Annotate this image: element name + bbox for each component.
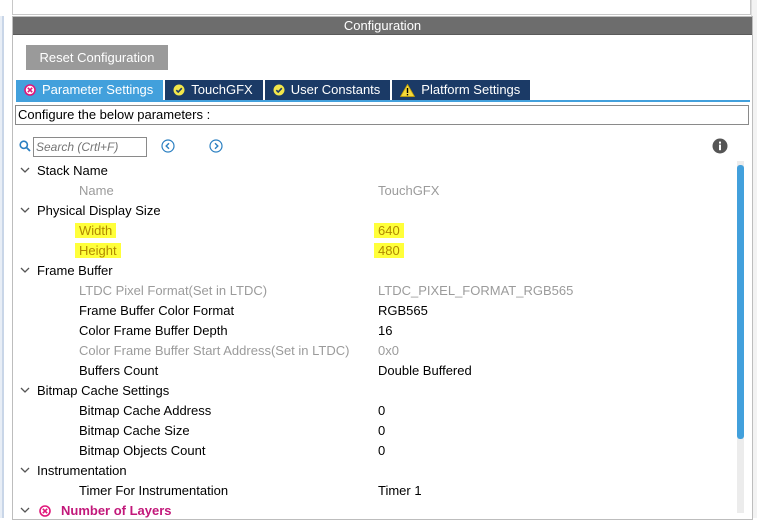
group-label: Frame Buffer — [37, 263, 113, 278]
param-row[interactable]: Buffers Count Double Buffered — [13, 361, 737, 381]
chevron-down-icon[interactable] — [20, 165, 30, 175]
param-value[interactable]: RGB565 — [378, 301, 428, 321]
param-value[interactable]: 480 — [374, 243, 404, 258]
parameters-description: Configure the below parameters : — [15, 105, 749, 125]
param-value: TouchGFX — [378, 183, 440, 198]
error-circle-icon — [39, 505, 51, 517]
group-label: Number of Layers — [61, 503, 172, 518]
param-row[interactable]: Timer For Instrumentation Timer 1 — [13, 481, 737, 501]
reset-configuration-button[interactable]: Reset Configuration — [26, 45, 168, 70]
param-label: Name — [79, 183, 114, 198]
param-label: Buffers Count — [79, 363, 159, 378]
param-value[interactable]: 0 — [378, 441, 385, 461]
check-circle-icon — [273, 84, 285, 96]
param-label: Bitmap Cache Address — [79, 403, 212, 418]
param-value[interactable]: 0 — [378, 401, 385, 421]
previous-result-icon[interactable] — [161, 139, 175, 153]
check-circle-icon — [173, 84, 185, 96]
search-input[interactable] — [33, 137, 147, 157]
param-label: Height — [75, 243, 121, 258]
chevron-down-icon[interactable] — [20, 465, 30, 475]
param-value: 0x0 — [378, 343, 399, 358]
param-value[interactable]: 16 — [378, 321, 392, 341]
group-number-of-layers[interactable]: Number of Layers — [13, 501, 737, 521]
param-label: Frame Buffer Color Format — [79, 303, 235, 318]
chevron-down-icon[interactable] — [20, 205, 30, 215]
chevron-down-icon[interactable] — [20, 505, 30, 515]
group-frame-buffer[interactable]: Frame Buffer — [13, 261, 737, 281]
param-label: Bitmap Objects Count — [79, 443, 206, 458]
panel-title: Configuration — [13, 17, 752, 35]
group-label: Instrumentation — [37, 463, 127, 478]
param-row[interactable]: Bitmap Cache Address 0 — [13, 401, 737, 421]
param-label: Color Frame Buffer Start Address(Set in … — [79, 343, 350, 358]
param-label: LTDC Pixel Format(Set in LTDC) — [79, 283, 268, 298]
tab-platform-settings[interactable]: Platform Settings — [392, 80, 531, 100]
info-icon[interactable] — [712, 138, 728, 154]
param-row[interactable]: Bitmap Objects Count 0 — [13, 441, 737, 461]
warning-icon — [400, 83, 416, 97]
tab-bar: Parameter Settings TouchGFX User Constan… — [16, 80, 532, 100]
tab-touchgfx[interactable]: TouchGFX — [165, 80, 263, 100]
left-window-edge-line — [2, 0, 4, 518]
tab-label: TouchGFX — [191, 82, 253, 97]
param-row: Color Frame Buffer Start Address(Set in … — [13, 341, 737, 361]
tab-label: Platform Settings — [421, 82, 521, 97]
tab-user-constants[interactable]: User Constants — [264, 80, 391, 100]
param-row: LTDC Pixel Format(Set in LTDC) LTDC_PIXE… — [13, 281, 737, 301]
next-result-icon[interactable] — [209, 139, 223, 153]
chevron-down-icon[interactable] — [20, 385, 30, 395]
param-label: Width — [75, 223, 117, 238]
error-circle-icon — [24, 84, 36, 96]
tab-underline — [16, 100, 750, 102]
param-label: Bitmap Cache Size — [79, 423, 190, 438]
param-value: LTDC_PIXEL_FORMAT_RGB565 — [378, 283, 574, 298]
param-row[interactable]: Color Frame Buffer Depth 16 — [13, 321, 737, 341]
scrollbar-thumb[interactable] — [737, 165, 744, 439]
group-label: Physical Display Size — [37, 203, 161, 218]
group-label: Bitmap Cache Settings — [37, 383, 170, 398]
param-row[interactable]: Width 640 — [13, 221, 737, 241]
parameter-tree: Stack Name Name TouchGFX Physical Displa… — [13, 161, 737, 521]
search-icon — [19, 140, 31, 152]
param-row: Name TouchGFX — [13, 181, 737, 201]
group-bitmap-cache-settings[interactable]: Bitmap Cache Settings — [13, 381, 737, 401]
configuration-panel: Configuration Reset Configuration Parame… — [12, 16, 753, 520]
param-value[interactable]: 0 — [378, 421, 385, 441]
param-value[interactable]: Double Buffered — [378, 361, 472, 381]
param-row[interactable]: Height 480 — [13, 241, 737, 261]
param-label: Timer For Instrumentation — [79, 483, 229, 498]
group-stack-name[interactable]: Stack Name — [13, 161, 737, 181]
tab-label: User Constants — [290, 82, 381, 97]
search-row — [19, 137, 745, 159]
group-instrumentation[interactable]: Instrumentation — [13, 461, 737, 481]
group-physical-display-size[interactable]: Physical Display Size — [13, 201, 737, 221]
tab-parameter-settings[interactable]: Parameter Settings — [16, 80, 164, 100]
param-row[interactable]: Bitmap Cache Size 0 — [13, 421, 737, 441]
param-row[interactable]: Frame Buffer Color Format RGB565 — [13, 301, 737, 321]
param-value[interactable]: 640 — [374, 223, 404, 238]
top-frame — [0, 0, 757, 16]
chevron-down-icon[interactable] — [20, 265, 30, 275]
group-label: Stack Name — [37, 163, 108, 178]
param-value[interactable]: Timer 1 — [378, 481, 422, 501]
tab-label: Parameter Settings — [42, 82, 154, 97]
vertical-scrollbar[interactable] — [737, 161, 744, 513]
param-label: Color Frame Buffer Depth — [79, 323, 228, 338]
